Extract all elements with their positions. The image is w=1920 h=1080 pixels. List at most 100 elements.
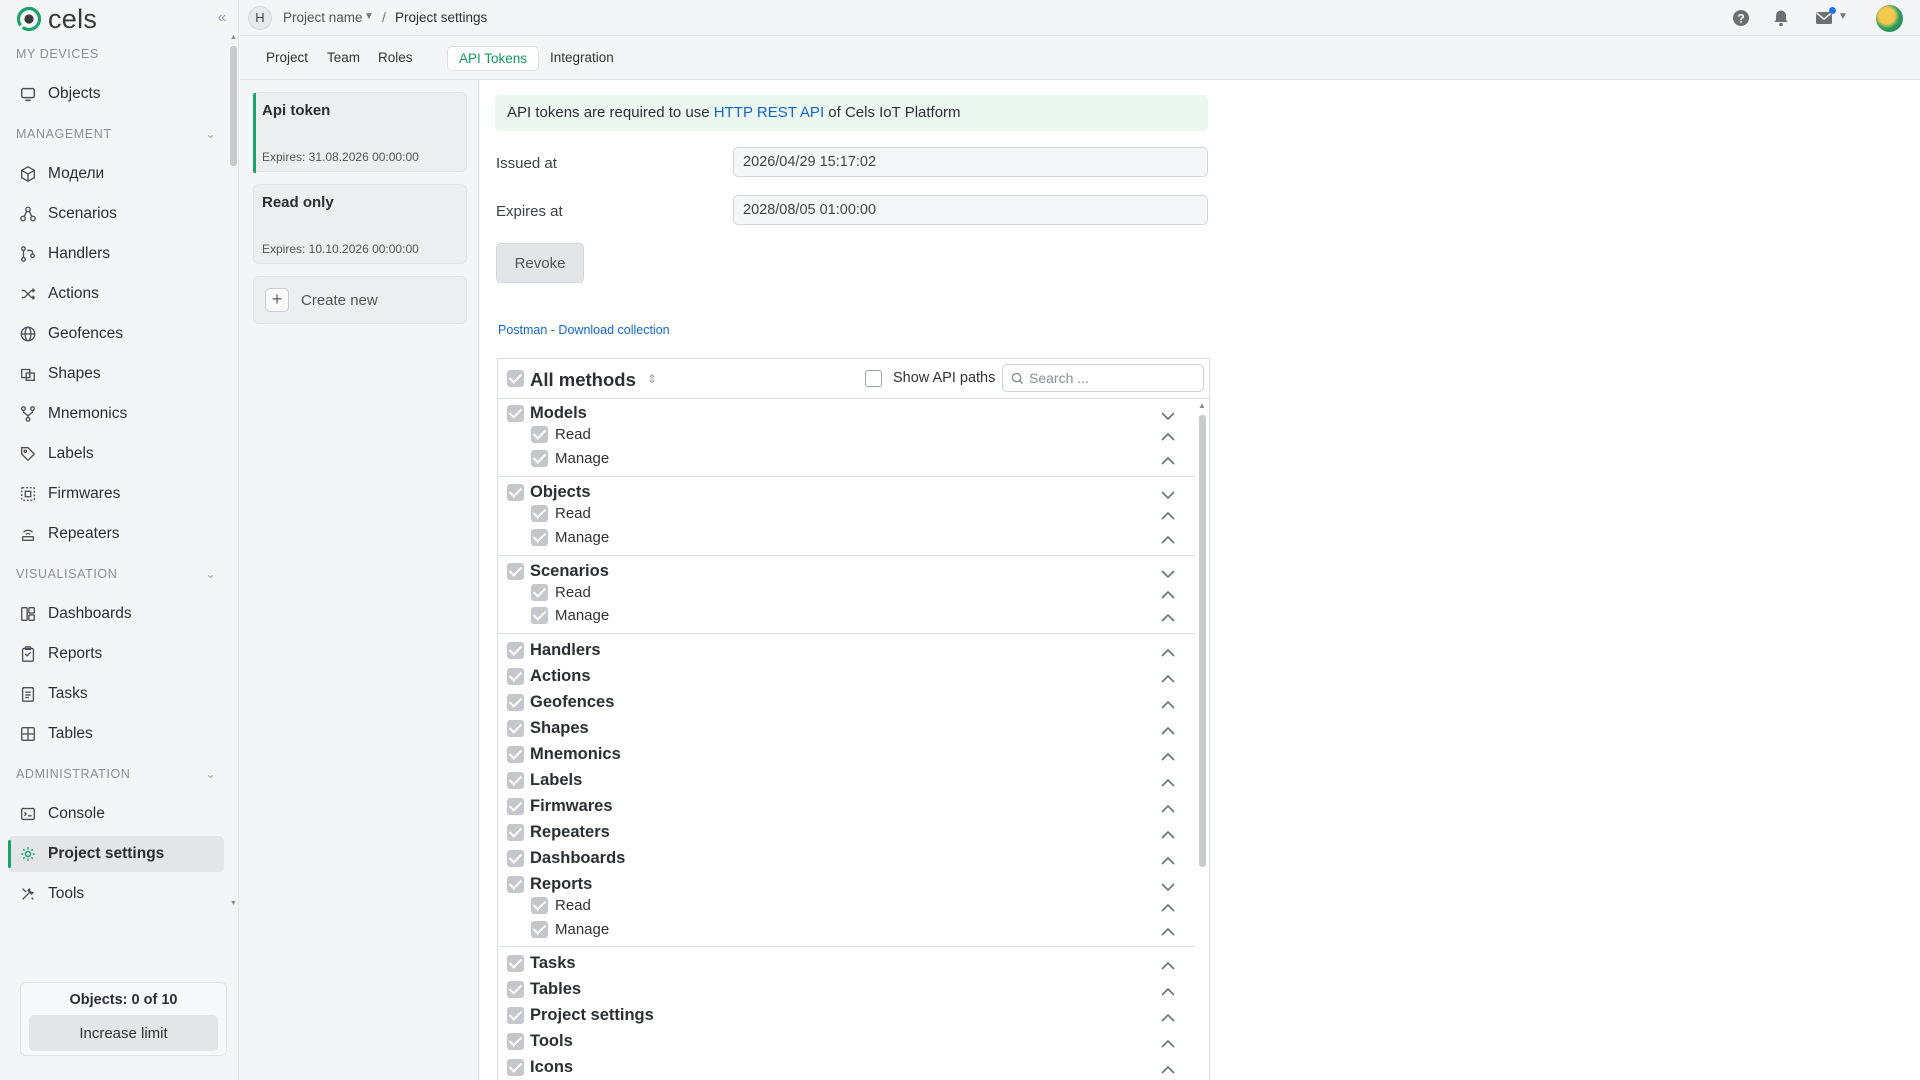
sidebar-item-tables[interactable]: Tables — [8, 716, 224, 752]
method-checkbox[interactable] — [507, 746, 524, 763]
mail-icon[interactable] — [1814, 7, 1836, 28]
chevron-up-icon[interactable] — [1161, 984, 1175, 998]
method-checkbox[interactable] — [531, 450, 548, 467]
chevron-up-icon[interactable] — [1161, 924, 1175, 938]
method-checkbox[interactable] — [507, 1059, 524, 1076]
revoke-button[interactable]: Revoke — [496, 243, 584, 283]
issued-at-field[interactable] — [733, 147, 1208, 177]
sidebar-item-tasks[interactable]: Tasks — [8, 676, 224, 712]
chevron-up-icon[interactable] — [1161, 958, 1175, 972]
chevron-up-icon[interactable] — [1161, 1062, 1175, 1076]
methods-search[interactable] — [1002, 364, 1204, 392]
sidebar-scroll-thumb[interactable] — [230, 46, 237, 166]
tab-project[interactable]: Project — [255, 46, 319, 71]
chevron-up-icon[interactable] — [1161, 775, 1175, 789]
token-card-api-token[interactable]: Api token Expires: 31.08.2026 00:00:00 — [253, 92, 467, 173]
sidebar-item-repeaters[interactable]: Repeaters — [8, 516, 224, 552]
sidebar-item-labels[interactable]: Labels — [8, 436, 224, 472]
method-checkbox[interactable] — [507, 824, 524, 841]
chevron-up-icon[interactable] — [1161, 645, 1175, 659]
chevron-down-icon[interactable]: ⌄ — [205, 767, 216, 781]
token-card-read-only[interactable]: Read only Expires: 10.10.2026 00:00:00 — [253, 184, 467, 264]
method-checkbox[interactable] — [507, 772, 524, 789]
chevron-up-icon[interactable] — [1161, 723, 1175, 737]
sidebar-item-tools[interactable]: Tools — [8, 876, 224, 912]
sidebar-item-project-settings[interactable]: Project settings — [8, 836, 224, 872]
method-checkbox[interactable] — [507, 642, 524, 659]
chevron-up-icon[interactable] — [1161, 1010, 1175, 1024]
sidebar-item-console[interactable]: Console — [8, 796, 224, 832]
all-methods-checkbox[interactable] — [507, 370, 524, 387]
chevron-up-icon[interactable] — [1161, 453, 1175, 467]
scroll-up-icon[interactable]: ▲ — [229, 34, 238, 41]
sidebar-item-handlers[interactable]: Handlers — [8, 236, 224, 272]
method-checkbox[interactable] — [507, 876, 524, 893]
chevron-up-icon[interactable] — [1161, 532, 1175, 546]
sidebar-item-reports[interactable]: Reports — [8, 636, 224, 672]
sidebar-item-geofences[interactable]: Geofences — [8, 316, 224, 352]
section-visualisation[interactable]: VISUALISATION ⌄ — [16, 564, 216, 584]
method-checkbox[interactable] — [507, 563, 524, 580]
sidebar-item-dashboards[interactable]: Dashboards — [8, 596, 224, 632]
chevron-down-icon[interactable] — [1161, 879, 1175, 893]
chevron-down-icon[interactable]: ⌄ — [205, 567, 216, 581]
search-input[interactable] — [1029, 368, 1199, 388]
method-checkbox[interactable] — [507, 484, 524, 501]
method-checkbox[interactable] — [531, 921, 548, 938]
sidebar-item-mnemonics[interactable]: Mnemonics — [8, 396, 224, 432]
sidebar-item-shapes[interactable]: Shapes — [8, 356, 224, 392]
project-avatar[interactable]: H — [248, 6, 272, 30]
chevron-up-icon[interactable] — [1161, 610, 1175, 624]
chevron-up-icon[interactable] — [1161, 827, 1175, 841]
tab-roles[interactable]: Roles — [367, 46, 424, 71]
methods-scroll-thumb[interactable] — [1199, 415, 1206, 867]
chevron-down-icon[interactable] — [1161, 487, 1175, 501]
chevron-up-icon[interactable] — [1161, 1036, 1175, 1050]
method-checkbox[interactable] — [531, 529, 548, 546]
method-checkbox[interactable] — [507, 955, 524, 972]
project-selector[interactable]: Project name — [283, 10, 363, 25]
section-management[interactable]: MANAGEMENT ⌄ — [16, 124, 216, 144]
tab-integration[interactable]: Integration — [539, 46, 625, 71]
method-checkbox[interactable] — [507, 405, 524, 422]
create-new-token-button[interactable]: + Create new — [253, 276, 467, 324]
method-checkbox[interactable] — [507, 720, 524, 737]
sidebar-item-actions[interactable]: Actions — [8, 276, 224, 312]
logo[interactable]: cels — [16, 6, 97, 33]
method-checkbox[interactable] — [531, 607, 548, 624]
chevron-up-icon[interactable] — [1161, 671, 1175, 685]
increase-limit-button[interactable]: Increase limit — [29, 1015, 218, 1051]
method-checkbox[interactable] — [507, 694, 524, 711]
chevron-up-icon[interactable] — [1161, 853, 1175, 867]
chevron-down-icon[interactable] — [1161, 408, 1175, 422]
method-checkbox[interactable] — [531, 505, 548, 522]
method-checkbox[interactable] — [531, 426, 548, 443]
mail-caret-icon[interactable]: ▼ — [1838, 11, 1858, 31]
sidebar-item-objects[interactable]: Objects — [8, 76, 224, 112]
tab-api-tokens[interactable]: API Tokens — [447, 46, 540, 71]
method-checkbox[interactable] — [507, 798, 524, 815]
method-checkbox[interactable] — [507, 668, 524, 685]
postman-download-link[interactable]: Postman - Download collection — [498, 323, 670, 337]
chevron-up-icon[interactable] — [1161, 429, 1175, 443]
chevron-up-icon[interactable] — [1161, 900, 1175, 914]
method-checkbox[interactable] — [507, 981, 524, 998]
user-avatar[interactable] — [1876, 5, 1903, 32]
chevron-up-icon[interactable] — [1161, 587, 1175, 601]
show-api-paths-checkbox[interactable] — [865, 370, 882, 387]
sidebar-item-firmwares[interactable]: Firmwares — [8, 476, 224, 512]
caret-down-icon[interactable]: ▼ — [364, 11, 374, 22]
methods-scrollbar[interactable]: ▲ — [1195, 399, 1209, 1080]
sidebar-scrollbar[interactable]: ▲ ▼ — [229, 34, 238, 910]
scroll-up-icon[interactable]: ▲ — [1198, 401, 1206, 410]
section-administration[interactable]: ADMINISTRATION ⌄ — [16, 764, 216, 784]
http-rest-api-link[interactable]: HTTP REST API — [714, 104, 824, 121]
method-checkbox[interactable] — [507, 850, 524, 867]
sidebar-item-scenarios[interactable]: Scenarios — [8, 196, 224, 232]
collapse-sidebar-icon[interactable]: « — [212, 9, 232, 29]
chevron-up-icon[interactable] — [1161, 697, 1175, 711]
help-icon[interactable]: ? — [1731, 8, 1751, 28]
method-checkbox[interactable] — [531, 897, 548, 914]
tab-team[interactable]: Team — [316, 46, 371, 71]
chevron-up-icon[interactable] — [1161, 749, 1175, 763]
